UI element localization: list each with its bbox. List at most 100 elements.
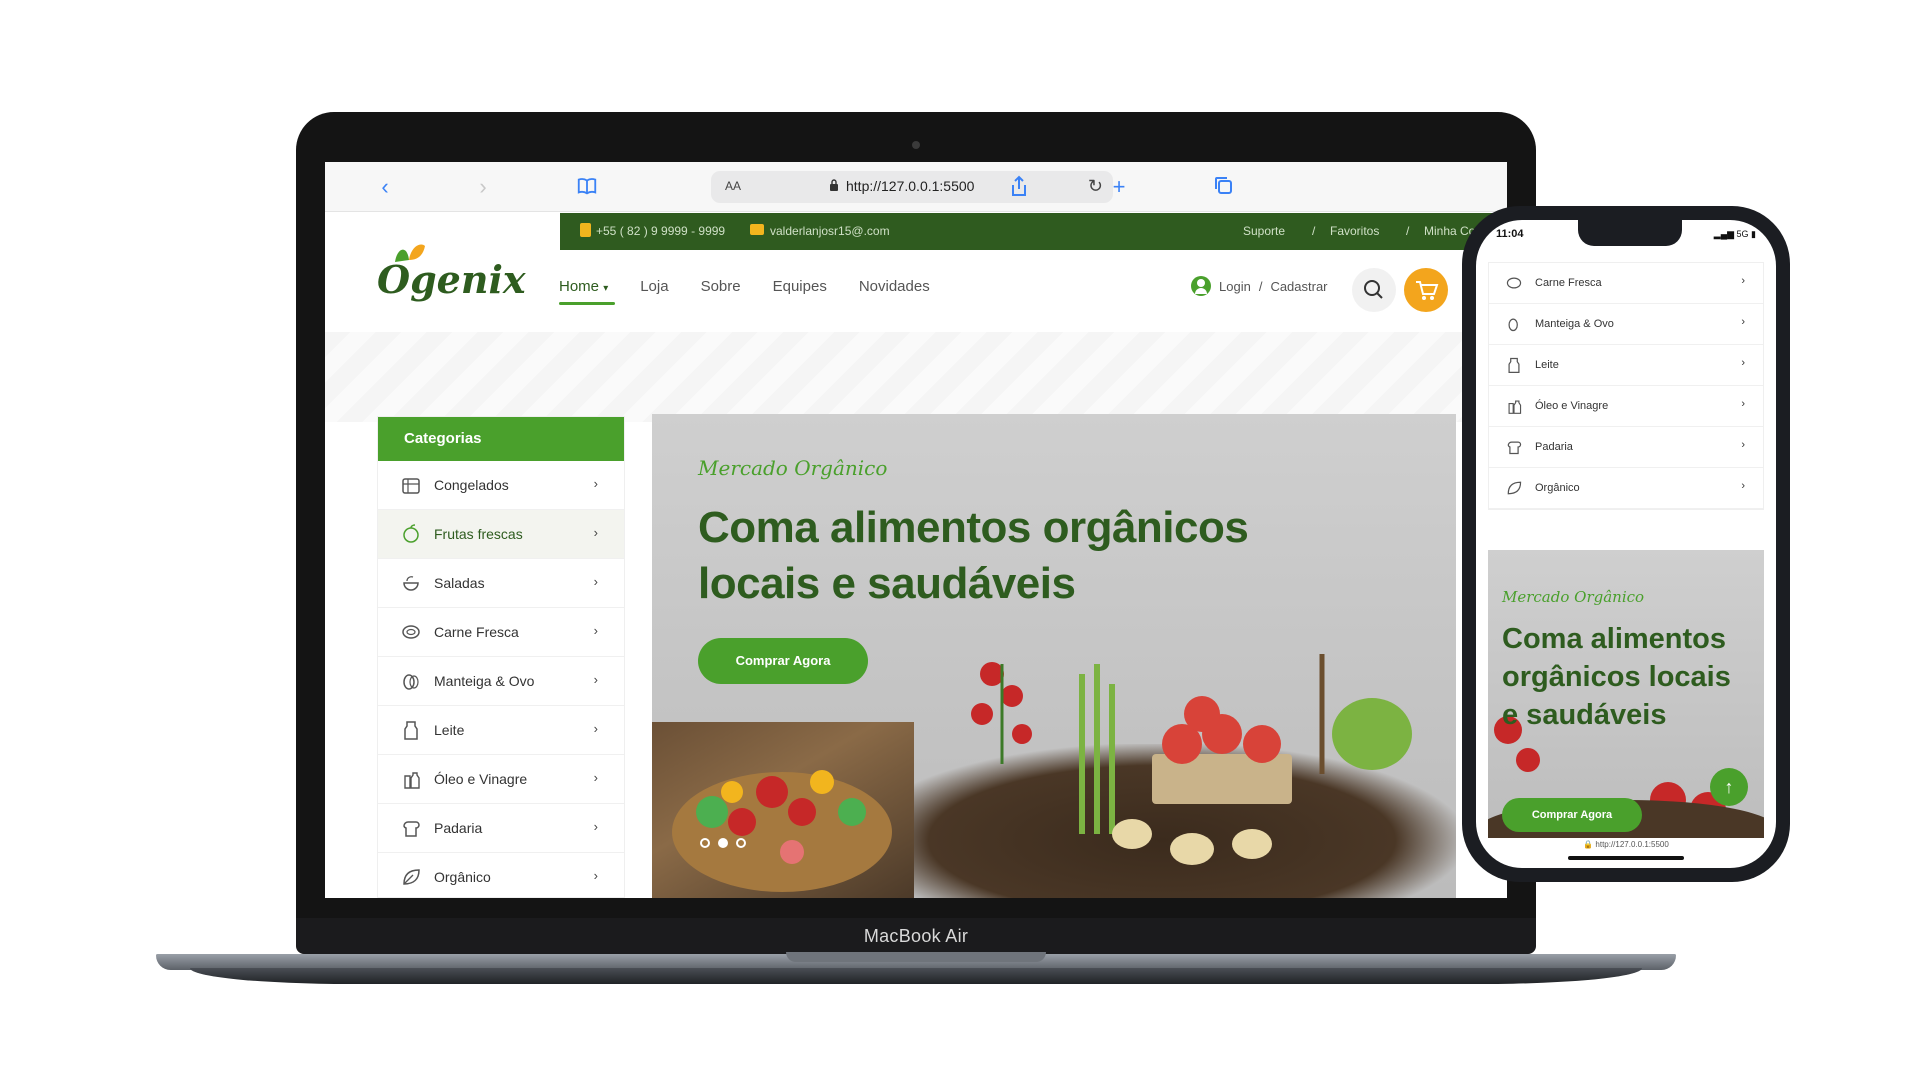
hero-tagline: Mercado Orgânico	[698, 456, 888, 480]
nav-about[interactable]: Sobre	[701, 278, 741, 295]
phone-category-label: Leite	[1535, 359, 1559, 371]
phone-category-butter-egg[interactable]: Manteiga & Ovo ›	[1489, 304, 1763, 345]
milk-icon	[404, 721, 418, 740]
favorites-link[interactable]: Favoritos	[1330, 224, 1379, 238]
cart-icon	[1416, 281, 1439, 300]
slider-dots	[700, 838, 746, 848]
bread-icon	[1507, 441, 1522, 455]
phone-status: ▂▄▆ 5G ▮	[1713, 229, 1756, 239]
phone-category-label: Manteiga & Ovo	[1535, 318, 1614, 330]
new-tab-icon[interactable]: +	[1107, 175, 1131, 199]
search-icon	[1364, 280, 1383, 299]
laptop-base-shadow	[190, 968, 1642, 984]
phone-categories: Carne Fresca › Manteiga & Ovo › Leite › Óle…	[1488, 262, 1764, 510]
chevron-right-icon: ›	[593, 623, 598, 638]
category-bakery[interactable]: Padaria ›	[378, 804, 624, 853]
oil-icon	[1508, 400, 1522, 414]
lock-icon	[830, 179, 838, 191]
phone-category-bakery[interactable]: Padaria ›	[1489, 427, 1763, 468]
tabs-overview-icon[interactable]	[1211, 175, 1235, 199]
nav-shop[interactable]: Loja	[640, 278, 668, 295]
site-logo[interactable]: Ogenix	[377, 257, 526, 302]
phone-category-milk[interactable]: Leite ›	[1489, 345, 1763, 386]
laptop-screen: ‹ › AA http://127.0.0.1:5500 ↻ + +55 ( 8…	[325, 162, 1507, 898]
phone-url-bar[interactable]: 🔒 http://127.0.0.1:5500	[1476, 840, 1776, 849]
category-frozen[interactable]: Congelados ›	[378, 461, 624, 510]
leaf-icon	[403, 869, 420, 885]
reload-icon[interactable]: ↻	[1088, 176, 1103, 197]
login-link[interactable]: Login	[1219, 279, 1251, 294]
salad-icon	[403, 576, 419, 591]
url-text: http://127.0.0.1:5500	[846, 178, 975, 194]
bookmarks-icon[interactable]	[575, 175, 599, 199]
category-salads[interactable]: Saladas ›	[378, 559, 624, 608]
chevron-down-icon: ▾	[603, 283, 609, 294]
contact-email: valderlanjosr15@.com	[770, 224, 890, 238]
phone-category-oil-vinegar[interactable]: Óleo e Vinagre ›	[1489, 386, 1763, 427]
milk-icon	[1508, 357, 1520, 373]
phone-category-label: Carne Fresca	[1535, 277, 1602, 289]
text-size-button[interactable]: AA	[725, 179, 741, 193]
site-topbar: +55 ( 82 ) 9 9999 - 9999 valderlanjosr15…	[560, 213, 1507, 250]
category-fresh-meat[interactable]: Carne Fresca ›	[378, 608, 624, 657]
oil-icon	[404, 772, 420, 789]
nav-home-label: Home	[559, 278, 600, 295]
address-bar[interactable]: AA http://127.0.0.1:5500 ↻	[711, 171, 1113, 203]
mail-icon	[750, 224, 764, 235]
fruit-icon	[403, 524, 419, 543]
phone-category-fresh-meat[interactable]: Carne Fresca ›	[1489, 263, 1763, 304]
buy-now-button[interactable]: Comprar Agora	[698, 638, 868, 684]
decorative-pattern	[325, 332, 1507, 422]
scroll-to-top-button[interactable]: ↑	[1710, 768, 1748, 806]
chevron-right-icon: ›	[1741, 275, 1745, 287]
contact-phone: +55 ( 82 ) 9 9999 - 9999	[596, 224, 726, 238]
support-link[interactable]: Suporte	[1243, 224, 1285, 238]
topbar-separator: /	[1406, 224, 1410, 238]
chevron-right-icon: ›	[593, 476, 598, 491]
share-icon[interactable]	[1007, 175, 1031, 199]
category-organic[interactable]: Orgânico ›	[378, 853, 624, 898]
category-milk[interactable]: Leite ›	[378, 706, 624, 755]
phone-hero-tagline: Mercado Orgânico	[1502, 588, 1645, 606]
chevron-right-icon: ›	[1741, 439, 1745, 451]
chevron-right-icon: ›	[593, 819, 598, 834]
nav-news[interactable]: Novidades	[859, 278, 930, 295]
hero-banner: Mercado Orgânico Coma alimentos orgânico…	[652, 414, 1456, 898]
category-fresh-fruits[interactable]: Frutas frescas ›	[378, 510, 624, 559]
category-butter-egg[interactable]: Manteiga & Ovo ›	[378, 657, 624, 706]
meat-icon	[1506, 277, 1522, 289]
chevron-right-icon: ›	[593, 721, 598, 736]
device-label: MacBook Air	[863, 926, 969, 946]
chevron-right-icon: ›	[593, 770, 598, 785]
mockup-stage: ‹ › AA http://127.0.0.1:5500 ↻ + +55 ( 8…	[0, 0, 1920, 1080]
category-oil-vinegar[interactable]: Óleo e Vinagre ›	[378, 755, 624, 804]
register-link[interactable]: Cadastrar	[1270, 279, 1327, 294]
egg-icon	[1508, 318, 1518, 332]
category-label: Congelados	[434, 477, 509, 493]
laptop-camera	[912, 141, 920, 149]
nav-teams[interactable]: Equipes	[773, 278, 827, 295]
cart-button[interactable]	[1404, 268, 1448, 312]
slider-dot-active[interactable]	[718, 838, 728, 848]
browser-toolbar: ‹ › AA http://127.0.0.1:5500 ↻ +	[325, 162, 1507, 212]
basket-vegetables	[672, 770, 892, 892]
slider-dot[interactable]	[700, 838, 710, 848]
phone-category-organic[interactable]: Orgânico ›	[1489, 468, 1763, 509]
nav-home[interactable]: Home ▾	[559, 278, 616, 305]
back-icon[interactable]: ‹	[373, 175, 397, 199]
phone-icon	[580, 223, 591, 237]
phone-url-text: http://127.0.0.1:5500	[1595, 840, 1669, 849]
phone-time: 11:04	[1496, 228, 1524, 240]
chevron-right-icon: ›	[1741, 357, 1745, 369]
search-button[interactable]	[1352, 268, 1396, 312]
phone-hero-banner: Mercado Orgânico Coma alimentos orgânico…	[1488, 550, 1764, 838]
forward-icon[interactable]: ›	[471, 175, 495, 199]
category-label: Leite	[434, 722, 465, 738]
phone-buy-now-button[interactable]: Comprar Agora	[1502, 798, 1642, 832]
category-label: Manteiga & Ovo	[434, 673, 535, 689]
slider-dot[interactable]	[736, 838, 746, 848]
chevron-right-icon: ›	[593, 574, 598, 589]
category-label: Orgânico	[434, 869, 491, 885]
egg-icon	[403, 674, 419, 690]
category-label: Saladas	[434, 575, 485, 591]
